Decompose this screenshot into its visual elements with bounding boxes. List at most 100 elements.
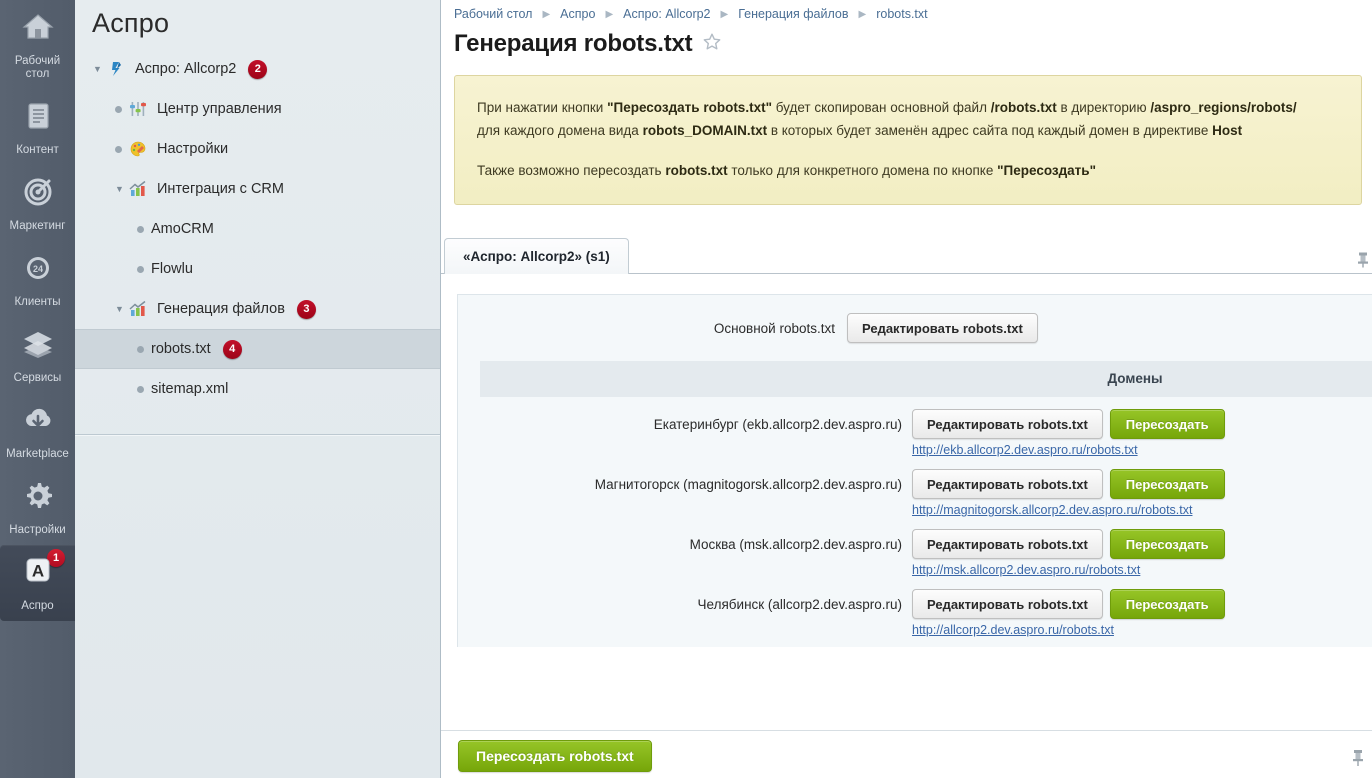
rail-item-label: Рабочий стол	[14, 55, 61, 80]
rail-item-desktop[interactable]: Рабочий стол	[0, 0, 75, 89]
tree-panel: Аспро ▼ Аспро: Allcorp2 2 Центр управлен…	[75, 0, 441, 778]
crm24-icon: 24	[2, 251, 73, 293]
notice-paragraph-2: Также возможно пересоздать robots.txt то…	[477, 159, 1339, 182]
palette-icon	[129, 140, 151, 158]
table-row: Москва (msk.allcorp2.dev.aspro.ru) Редак…	[458, 517, 1372, 577]
domain-label: Москва (msk.allcorp2.dev.aspro.ru)	[689, 537, 902, 552]
breadcrumb-item-1[interactable]: Аспро	[560, 7, 595, 21]
tree-item-label: Аспро: Allcorp2	[135, 61, 237, 77]
domain-controls: Редактировать robots.txt Пересоздать htt…	[912, 469, 1225, 517]
notice-text: в которых будет заменён адрес сайта под …	[767, 123, 1213, 138]
tree-item-aspro-allcorp2[interactable]: ▼ Аспро: Allcorp2 2	[75, 49, 440, 89]
tab-aspro-allcorp2-s1[interactable]: «Аспро: Allcorp2» (s1)	[444, 238, 629, 274]
tree-item-badge: 4	[222, 339, 242, 359]
regenerate-all-robots-button[interactable]: Пересоздать robots.txt	[458, 740, 652, 772]
notice-text: только для конкретного домена по кнопке	[727, 163, 998, 178]
tree-panel-title: Аспро	[92, 8, 170, 38]
rail-item-marketing[interactable]: Маркетинг	[0, 165, 75, 241]
rail-item-content[interactable]: Контент	[0, 89, 75, 165]
breadcrumb: Рабочий стол ▶ Аспро ▶ Аспро: Allcorp2 ▶…	[441, 0, 1372, 21]
tree-item-robots-txt[interactable]: robots.txt 4	[75, 329, 440, 369]
domain-robots-link[interactable]: http://allcorp2.dev.aspro.ru/robots.txt	[912, 623, 1225, 637]
domains-table-header: Домены	[480, 361, 1372, 397]
rail-item-label: Маркетинг	[9, 220, 66, 232]
tree-item-crm-integration[interactable]: ▼ Интеграция с CRM	[75, 169, 440, 209]
tree-item-label: Интеграция с CRM	[157, 181, 284, 197]
bullet-icon	[137, 261, 151, 277]
breadcrumb-item-2[interactable]: Аспро: Allcorp2	[623, 7, 710, 21]
domain-label: Екатеринбург (ekb.allcorp2.dev.aspro.ru)	[653, 417, 902, 432]
aspro-logo-icon	[107, 60, 129, 78]
table-row: Челябинск (allcorp2.dev.aspro.ru) Редакт…	[458, 577, 1372, 637]
tree-item-flowlu[interactable]: Flowlu	[75, 249, 440, 289]
rail-item-services[interactable]: Сервисы	[0, 317, 75, 393]
chevron-down-icon[interactable]: ▼	[115, 184, 129, 194]
regenerate-domain-button[interactable]: Пересоздать	[1109, 589, 1225, 619]
tree-item-settings[interactable]: Настройки	[75, 129, 440, 169]
gear-icon	[2, 479, 73, 521]
rail-item-clients[interactable]: 24 Клиенты	[0, 241, 75, 317]
tree-item-label: Настройки	[157, 141, 229, 157]
domain-buttons: Редактировать robots.txt Пересоздать	[912, 469, 1225, 499]
edit-domain-robots-button[interactable]: Редактировать robots.txt	[912, 589, 1103, 619]
bullet-icon	[137, 221, 151, 237]
domain-label: Челябинск (allcorp2.dev.aspro.ru)	[697, 597, 902, 612]
tree-item-label: Центр управления	[157, 101, 282, 117]
notice-strong: robots_DOMAIN.txt	[642, 123, 768, 138]
page-title-row: Генерация robots.txt	[441, 21, 1372, 58]
tree-item-sitemap-xml[interactable]: sitemap.xml	[75, 369, 440, 409]
footer-action-bar: Пересоздать robots.txt	[441, 730, 1372, 778]
robots-settings-card: Основной robots.txt Редактировать robots…	[457, 294, 1372, 647]
chevron-down-icon[interactable]: ▼	[115, 304, 129, 314]
page-title: Генерация robots.txt	[454, 30, 693, 57]
regenerate-domain-button[interactable]: Пересоздать	[1109, 529, 1225, 559]
aspro-letter-icon: A	[2, 555, 73, 597]
breadcrumb-separator-icon: ▶	[542, 8, 551, 20]
star-icon[interactable]	[702, 32, 722, 57]
tree-item-label: robots.txt	[151, 341, 211, 357]
layers-icon	[2, 327, 73, 369]
edit-domain-robots-button[interactable]: Редактировать robots.txt	[912, 409, 1103, 439]
notice-strong: "Пересоздать robots.txt"	[607, 100, 772, 115]
chart-icon	[129, 300, 151, 318]
main-robots-row: Основной robots.txt Редактировать robots…	[458, 313, 1372, 361]
left-icon-rail: Рабочий стол Контент Маркетинг 24 Клиент…	[0, 0, 75, 778]
table-row: Екатеринбург (ekb.allcorp2.dev.aspro.ru)…	[458, 397, 1372, 457]
rail-item-settings[interactable]: Настройки	[0, 469, 75, 545]
notice-text: При нажатии кнопки	[477, 100, 608, 115]
notice-strong: robots.txt	[665, 163, 728, 178]
rail-item-aspro[interactable]: 1 A Аспро	[0, 545, 75, 621]
rail-item-label: Настройки	[9, 524, 66, 536]
tree-item-amocrm[interactable]: AmoCRM	[75, 209, 440, 249]
edit-main-robots-button[interactable]: Редактировать robots.txt	[847, 313, 1038, 343]
rail-item-marketplace[interactable]: Marketplace	[0, 393, 75, 469]
rail-item-label: Контент	[16, 144, 59, 156]
tree-item-control-center[interactable]: Центр управления	[75, 89, 440, 129]
breadcrumb-item-0[interactable]: Рабочий стол	[454, 7, 532, 21]
rail-item-label: Аспро	[21, 600, 54, 612]
pin-icon[interactable]	[1350, 748, 1366, 773]
tree-item-label: Генерация файлов	[157, 301, 285, 317]
notice-strong: /robots.txt	[990, 100, 1057, 115]
regenerate-domain-button[interactable]: Пересоздать	[1109, 469, 1225, 499]
pin-icon[interactable]	[1355, 251, 1371, 274]
domain-robots-link[interactable]: http://msk.allcorp2.dev.aspro.ru/robots.…	[912, 563, 1225, 577]
edit-domain-robots-button[interactable]: Редактировать robots.txt	[912, 469, 1103, 499]
notice-strong: /aspro_regions/robots/	[1150, 100, 1297, 115]
breadcrumb-item-3[interactable]: Генерация файлов	[738, 7, 848, 21]
bullet-icon	[137, 341, 151, 357]
notice-text: в директорию	[1056, 100, 1151, 115]
domain-robots-link[interactable]: http://magnitogorsk.allcorp2.dev.aspro.r…	[912, 503, 1225, 517]
tree-item-label: AmoCRM	[151, 221, 214, 237]
tree-item-file-generation[interactable]: ▼ Генерация файлов 3	[75, 289, 440, 329]
domain-robots-link[interactable]: http://ekb.allcorp2.dev.aspro.ru/robots.…	[912, 443, 1225, 457]
chevron-down-icon[interactable]: ▼	[93, 64, 107, 74]
domain-controls: Редактировать robots.txt Пересоздать htt…	[912, 529, 1225, 577]
info-notice: При нажатии кнопки "Пересоздать robots.t…	[454, 75, 1362, 205]
sliders-icon	[129, 100, 151, 118]
breadcrumb-item-4[interactable]: robots.txt	[876, 7, 927, 21]
document-icon	[2, 99, 73, 141]
tree-item-label: Flowlu	[151, 261, 193, 277]
regenerate-domain-button[interactable]: Пересоздать	[1109, 409, 1225, 439]
edit-domain-robots-button[interactable]: Редактировать robots.txt	[912, 529, 1103, 559]
